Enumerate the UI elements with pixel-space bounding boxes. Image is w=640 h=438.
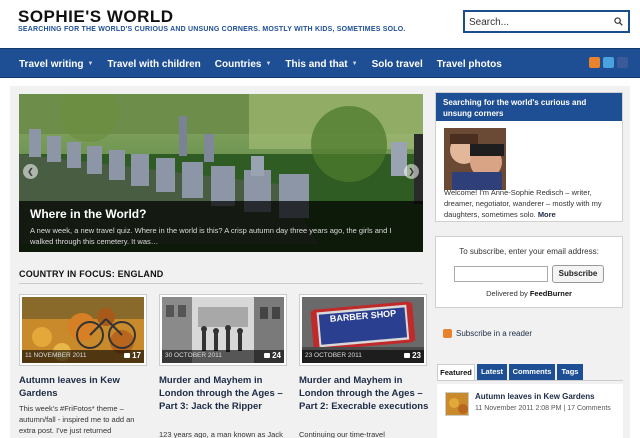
comment-bubble-icon <box>124 353 131 359</box>
rss-icon <box>443 329 452 338</box>
nav-item-label: Travel photos <box>436 58 502 70</box>
post-title[interactable]: Murder and Mayhem in London through the … <box>299 374 429 413</box>
delivered-by-label: Delivered by <box>486 289 528 298</box>
post-date: 23 OCTOBER 2011 <box>305 352 362 359</box>
nav-item-label: Travel with children <box>107 58 201 70</box>
post-meta: 23 OCTOBER 2011 23 <box>302 350 424 363</box>
more-link[interactable]: More <box>538 210 556 219</box>
subscribe-label: To subscribe, enter your email address: <box>459 247 599 256</box>
nav-item-this-and-that[interactable]: This and that ▼ <box>278 49 364 79</box>
author-avatar <box>444 128 506 190</box>
divider <box>437 380 623 381</box>
nav-item-label: This and that <box>285 58 348 70</box>
post-title[interactable]: Autumn leaves in Kew Gardens <box>19 374 149 400</box>
chevron-down-icon: ▼ <box>87 61 94 67</box>
post-title[interactable]: Murder and Mayhem in London through the … <box>159 374 289 413</box>
slide-title[interactable]: Where in the World? <box>30 207 146 221</box>
rss-icon[interactable] <box>589 57 600 68</box>
post-excerpt: This week's #FriFotos* theme – autumn/fa… <box>19 404 135 435</box>
post-date: 30 OCTOBER 2011 <box>165 352 222 359</box>
post-excerpt: Continuing our time-travel <box>299 430 385 438</box>
post-meta: 30 OCTOBER 2011 24 <box>162 350 284 363</box>
comment-count[interactable]: 23 <box>404 351 421 360</box>
nav-item-countries[interactable]: Countries ▼ <box>208 49 279 79</box>
twitter-icon[interactable] <box>603 57 614 68</box>
slider-prev-button[interactable]: ❮ <box>23 164 38 179</box>
nav-item-travel-with-children[interactable]: Travel with children <box>100 49 207 79</box>
featured-slider[interactable]: ❮ ❯ Where in the World? A new week, a ne… <box>19 94 423 252</box>
tab-comments[interactable]: Comments <box>509 364 555 380</box>
about-text: Welcome! I'm Anne-Sophie Redisch – write… <box>444 187 618 220</box>
slide-excerpt: A new week, a new travel quiz. Where in … <box>30 226 392 246</box>
search-box[interactable] <box>463 10 630 33</box>
post-thumbnail[interactable]: 11 NOVEMBER 2011 17 <box>19 294 147 366</box>
featured-meta: 11 November 2011 2:08 PM | 17 Comments <box>475 405 611 412</box>
chevron-down-icon: ▼ <box>265 61 272 67</box>
about-description: Welcome! I'm Anne-Sophie Redisch – write… <box>444 188 602 219</box>
facebook-icon[interactable] <box>617 57 628 68</box>
reader-link-label: Subscribe in a reader <box>456 329 533 338</box>
tab-featured[interactable]: Featured <box>437 364 475 380</box>
comment-count-value: 17 <box>132 351 141 360</box>
nav-item-label: Travel writing <box>19 58 84 70</box>
featured-list-item[interactable]: Autumn leaves in Kew Gardens 11 November… <box>437 384 623 438</box>
site-title[interactable]: SOPHIE'S WORLD <box>18 7 174 27</box>
feedburner-link[interactable]: FeedBurner <box>530 289 572 298</box>
post-date: 11 NOVEMBER 2011 <box>25 352 87 359</box>
slide-caption: Where in the World? A new week, a new tr… <box>19 201 423 252</box>
search-input[interactable] <box>469 15 609 29</box>
comment-bubble-icon <box>404 353 411 359</box>
nav-item-travel-photos[interactable]: Travel photos <box>430 49 509 79</box>
nav-item-solo-travel[interactable]: Solo travel <box>365 49 430 79</box>
post-thumbnail[interactable]: BARBER SHOP 23 OCTOBER 2011 23 <box>299 294 427 366</box>
about-widget: Searching for the world's curious and un… <box>435 92 623 222</box>
site-header: SOPHIE'S WORLD SEARCHING FOR THE WORLD'S… <box>0 0 640 48</box>
chevron-down-icon: ▼ <box>351 61 358 67</box>
sidebar-tabs: Featured Latest Comments Tags <box>435 364 623 380</box>
comment-bubble-icon <box>264 353 271 359</box>
nav-item-travel-writing[interactable]: Travel writing ▼ <box>12 49 100 79</box>
main-nav: Travel writing ▼ Travel with children Co… <box>0 48 640 78</box>
post-meta: 11 NOVEMBER 2011 17 <box>22 350 144 363</box>
post-thumbnail[interactable]: 30 OCTOBER 2011 24 <box>159 294 287 366</box>
comment-count-value: 23 <box>412 351 421 360</box>
comment-count[interactable]: 17 <box>124 351 141 360</box>
tab-latest[interactable]: Latest <box>477 364 507 380</box>
email-field[interactable] <box>454 266 548 282</box>
delivered-by: Delivered by FeedBurner <box>436 289 622 298</box>
site-tagline: SEARCHING FOR THE WORLD'S CURIOUS AND UN… <box>18 26 406 33</box>
divider <box>19 283 423 284</box>
about-heading: Searching for the world's curious and un… <box>436 93 622 121</box>
content-area: ❮ ❯ Where in the World? A new week, a ne… <box>10 86 630 438</box>
comment-count[interactable]: 24 <box>264 351 281 360</box>
tab-tags[interactable]: Tags <box>557 364 583 380</box>
featured-thumbnail[interactable] <box>445 392 469 416</box>
search-icon[interactable] <box>614 17 623 26</box>
section-title: COUNTRY IN FOCUS: ENGLAND <box>19 269 164 279</box>
reader-link[interactable]: Subscribe in a reader <box>443 329 532 338</box>
featured-title[interactable]: Autumn leaves in Kew Gardens <box>475 392 595 401</box>
slider-next-button[interactable]: ❯ <box>404 164 419 179</box>
nav-item-label: Solo travel <box>371 58 423 70</box>
subscribe-widget: To subscribe, enter your email address: … <box>435 236 623 308</box>
post-excerpt: 123 years ago, a man known as Jack hung … <box>159 430 283 438</box>
subscribe-button[interactable]: Subscribe <box>552 265 604 283</box>
comment-count-value: 24 <box>272 351 281 360</box>
social-links <box>589 57 628 68</box>
nav-item-label: Countries <box>214 58 262 70</box>
